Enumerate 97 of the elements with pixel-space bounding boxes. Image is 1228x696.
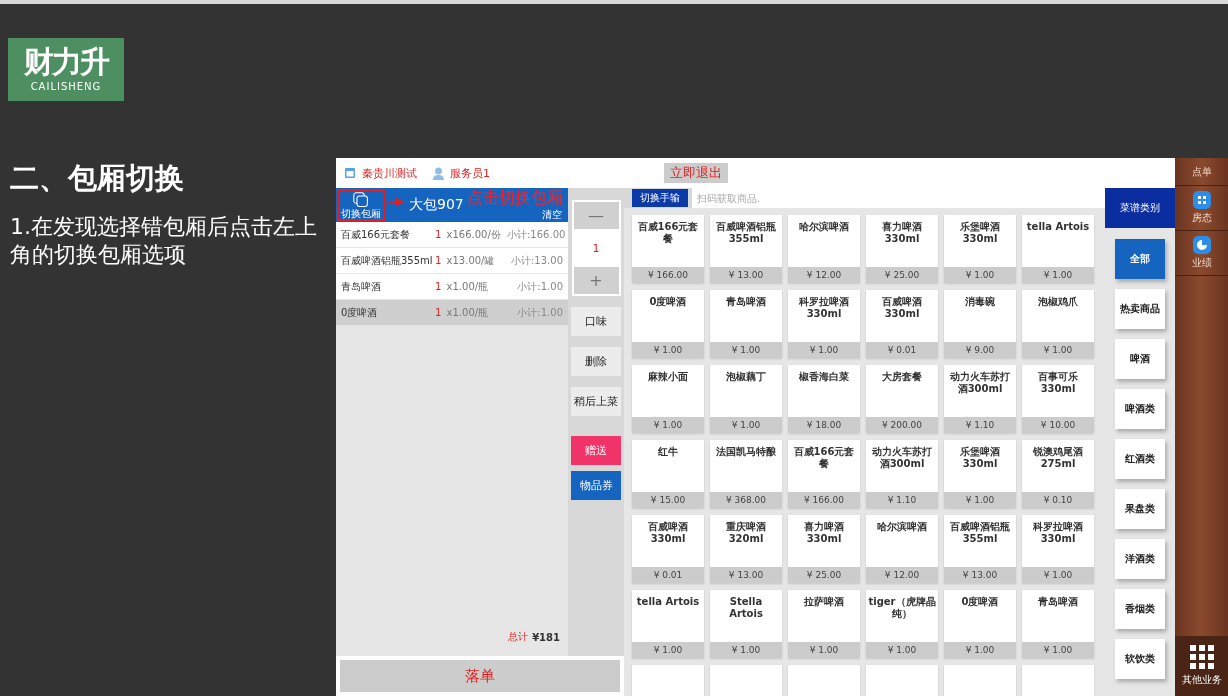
product-card[interactable]: 麻辣小面 ¥ 1.00 <box>632 365 704 433</box>
product-card[interactable]: 动力火车苏打酒300ml ¥ 1.10 <box>944 365 1016 433</box>
category-button[interactable]: 香烟类 <box>1115 589 1165 629</box>
pie-chart-icon <box>1192 236 1211 254</box>
product-card[interactable]: 百威啤酒铝瓶355ml ¥ 13.00 <box>944 515 1016 583</box>
subtotal: 小计:166.00 <box>507 227 566 242</box>
store-icon <box>344 167 356 179</box>
category-button[interactable]: 软饮类 <box>1115 639 1165 679</box>
order-row[interactable]: 百威166元套餐 1 x166.00/份 小计:166.00 <box>336 222 568 248</box>
product-card[interactable]: 喜力啤酒330ml ¥ 25.00 <box>788 515 860 583</box>
product-card[interactable]: 百威啤酒330ml ¥ 0.01 <box>632 515 704 583</box>
item-name: 0度啤酒 <box>341 305 379 320</box>
clear-link[interactable]: 清空 <box>542 209 562 220</box>
product-card[interactable]: 青岛啤酒 ¥ 1.00 <box>1022 590 1094 658</box>
product-card[interactable]: 哈尔滨啤酒 ¥ 12.00 <box>788 215 860 283</box>
grid-icon <box>1192 191 1211 209</box>
total-label: 总计 <box>508 630 529 644</box>
item-quantity: 1 <box>435 280 443 292</box>
product-card[interactable]: 科罗拉啤酒330ml ¥ 1.00 <box>1022 515 1094 583</box>
action-button[interactable]: 稍后上菜 <box>571 387 621 416</box>
grid-icon <box>1189 645 1214 669</box>
user-icon <box>433 166 444 180</box>
product-card[interactable]: 百威166元套餐 ¥ 166.00 <box>788 440 860 508</box>
subtotal: 小计:1.00 <box>516 279 563 294</box>
product-card[interactable]: 百威啤酒铝瓶355ml ¥ 13.00 <box>710 215 782 283</box>
product-card[interactable]: 百事可乐330ml ¥ 10.00 <box>1022 365 1094 433</box>
product-card[interactable]: 百威啤酒330ml ¥ 0.01 <box>866 290 938 358</box>
product-card[interactable]: 0度啤酒 ¥ 1.00 <box>632 290 704 358</box>
action-button[interactable]: 赠送 <box>571 436 621 465</box>
item-quantity: 1 <box>435 228 443 240</box>
item-name: 百威166元套餐 <box>341 227 412 242</box>
product-card[interactable]: 重庆啤酒320ml ¥ 13.00 <box>710 515 782 583</box>
product-card[interactable]: Stella Artois ¥ 1.00 <box>710 590 782 658</box>
item-quantity: 1 <box>435 254 443 266</box>
category-button[interactable]: 热卖商品 <box>1115 289 1165 329</box>
switch-room-button[interactable]: 切换包厢 <box>340 191 382 219</box>
unit-price: x166.00/份 <box>446 228 501 240</box>
product-card[interactable]: 青岛啤酒 ¥ 1.00 <box>710 290 782 358</box>
category-button[interactable]: 洋酒类 <box>1115 539 1165 579</box>
product-card[interactable]: 拉萨啤酒 ¥ 1.00 <box>788 590 860 658</box>
product-card[interactable]: 动力火车苏打酒300ml ¥ 1.10 <box>866 440 938 508</box>
product-card[interactable]: tiger（虎牌晶纯） ¥ 1.00 <box>866 590 938 658</box>
nav-item[interactable]: 房态 <box>1175 186 1228 231</box>
action-button[interactable]: 口味 <box>571 307 621 336</box>
annotation-arrow <box>383 198 405 208</box>
product-card[interactable]: tella Artois ¥ 1.00 <box>632 590 704 658</box>
category-button[interactable]: 啤酒类 <box>1115 389 1165 429</box>
nav-item[interactable]: 业绩 <box>1175 231 1228 276</box>
product-card[interactable]: 泡椒鸡爪 ¥ 1.00 <box>1022 290 1094 358</box>
product-card[interactable]: 乐堡啤酒330ml ¥ 1.00 <box>944 215 1016 283</box>
stacked-squares-icon <box>353 191 369 208</box>
subtotal: 小计:1.00 <box>516 305 563 320</box>
product-card[interactable]: 消毒碗 ¥ 9.00 <box>944 290 1016 358</box>
order-row[interactable]: 0度啤酒 1 x1.00/瓶 小计:1.00 <box>336 300 568 326</box>
category-button[interactable]: 果盘类 <box>1115 489 1165 529</box>
input-mode-button[interactable]: 切换手输 <box>632 189 688 207</box>
total-amount: ¥181 <box>532 631 560 643</box>
slide-text: 1.在发现选择错包厢后点击左上角的切换包厢选项 <box>10 213 318 269</box>
unit-price: x1.00/瓶 <box>446 306 489 318</box>
room-name: 大包907 <box>409 196 464 214</box>
product-card[interactable]: 乐堡啤酒330ml ¥ 1.00 <box>944 440 1016 508</box>
staff-name: 服务员1 <box>450 165 490 181</box>
action-button[interactable]: 物品券 <box>571 471 621 500</box>
product-card[interactable]: 红牛 ¥ 15.00 <box>632 440 704 508</box>
product-card[interactable]: 锐澳鸡尾酒275ml ¥ 0.10 <box>1022 440 1094 508</box>
item-name: 青岛啤酒 <box>341 279 382 294</box>
product-card[interactable]: tella Artois ¥ 1.00 <box>1022 215 1094 283</box>
category-button[interactable]: 啤酒 <box>1115 339 1165 379</box>
order-row[interactable]: 百威啤酒铝瓶355ml 1 x13.00/罐 小计:13.00 <box>336 248 568 274</box>
store-name: 秦贵川测试 <box>362 165 417 181</box>
annotation-text: 点击切换包厢 <box>467 189 563 207</box>
action-button[interactable]: 删除 <box>571 347 621 376</box>
product-card[interactable]: 科罗拉啤酒330ml ¥ 1.00 <box>788 290 860 358</box>
product-card[interactable]: 喜力啤酒330ml ¥ 25.00 <box>866 215 938 283</box>
product-card[interactable]: 椒香海白菜 ¥ 18.00 <box>788 365 860 433</box>
item-quantity: 1 <box>435 306 443 318</box>
scan-field[interactable]: 扫码获取商品. <box>692 188 1105 208</box>
category-button[interactable]: 全部 <box>1115 239 1165 279</box>
more-services-button[interactable]: 其他业务 <box>1175 636 1228 696</box>
unit-price: x13.00/罐 <box>446 254 495 266</box>
category-button[interactable]: 红酒类 <box>1115 439 1165 479</box>
product-card[interactable]: 大房套餐 ¥ 200.00 <box>866 365 938 433</box>
slide-title: 二、包厢切换 <box>10 160 185 197</box>
product-card[interactable]: 百威166元套餐 ¥ 166.00 <box>632 215 704 283</box>
product-card[interactable]: 哈尔滨啤酒 ¥ 12.00 <box>866 515 938 583</box>
order-row[interactable]: 青岛啤酒 1 x1.00/瓶 小计:1.00 <box>336 274 568 300</box>
product-card[interactable]: 泡椒藕丁 ¥ 1.00 <box>710 365 782 433</box>
product-card[interactable]: 法国凯马特酿 ¥ 368.00 <box>710 440 782 508</box>
quantity-value: 1 <box>592 241 600 255</box>
unit-price: x1.00/瓶 <box>446 280 489 292</box>
category-header: 菜谱类别 <box>1105 188 1175 228</box>
item-name: 百威啤酒铝瓶355ml <box>341 253 434 268</box>
product-card[interactable]: 0度啤酒 ¥ 1.00 <box>944 590 1016 658</box>
nav-item[interactable]: 点单 <box>1175 158 1228 186</box>
highlight-frame <box>337 189 385 221</box>
subtotal: 小计:13.00 <box>510 253 563 268</box>
logo: 财力升 CAILISHENG <box>8 38 124 101</box>
